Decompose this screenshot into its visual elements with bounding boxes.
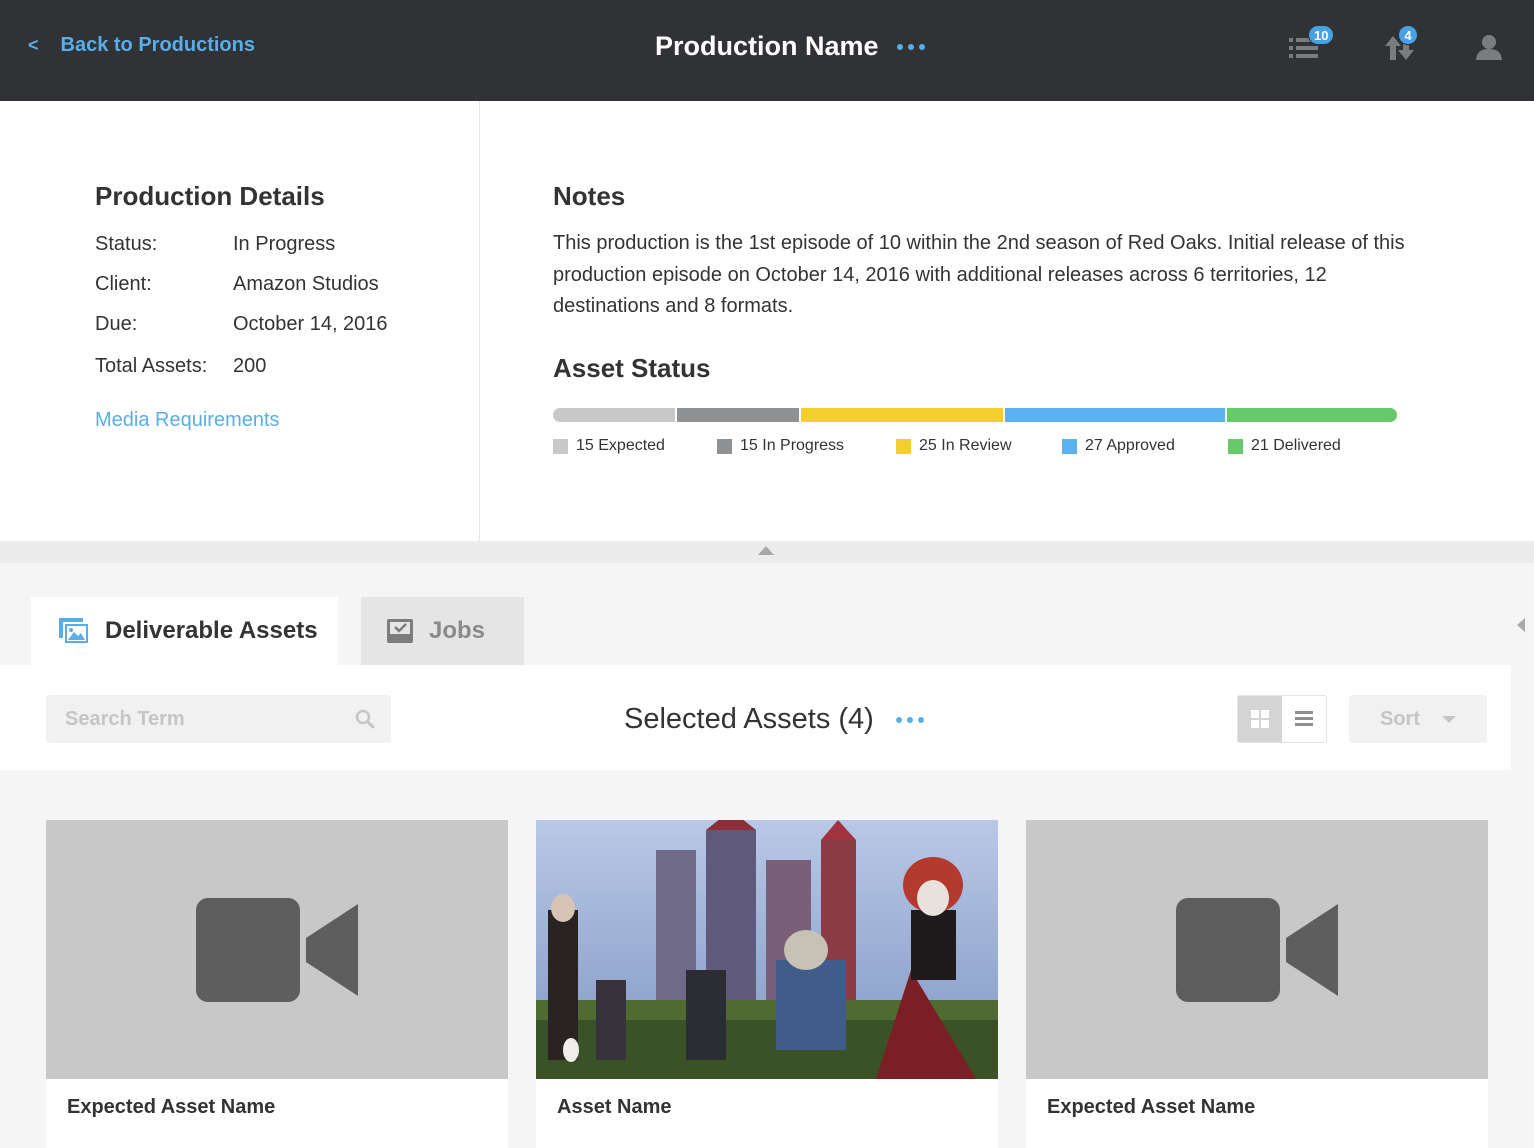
legend-label: 15 Expected (576, 437, 665, 454)
asset-status-bar (553, 408, 1397, 422)
asset-card[interactable]: Expected Asset Name (46, 820, 508, 1148)
asset-card[interactable]: Expected Asset Name (1026, 820, 1488, 1148)
asset-image-icon (536, 820, 998, 1079)
tab-jobs[interactable]: Jobs (361, 597, 524, 665)
detail-row-status: Status: In Progress (95, 233, 335, 256)
transfer-count-badge: 4 (1398, 25, 1418, 45)
asset-image-thumbnail (536, 820, 998, 1079)
chevron-left-icon: < (28, 35, 39, 55)
video-placeholder-thumbnail (1026, 820, 1488, 1079)
media-requirements-link[interactable]: Media Requirements (95, 409, 280, 432)
legend-label: 15 In Progress (740, 437, 845, 454)
detail-label: Due: (95, 313, 138, 335)
search-icon[interactable] (355, 709, 375, 734)
asset-name: Expected Asset Name (67, 1096, 276, 1118)
tab-label: Deliverable Assets (105, 617, 318, 644)
production-title-text: Production Name (655, 31, 879, 61)
status-bar-segment (1226, 408, 1397, 422)
user-menu-button[interactable] (1476, 34, 1502, 67)
production-title: Production Name (655, 31, 925, 62)
legend-delivered: 21 Delivered (1228, 437, 1341, 455)
detail-label: Status: (95, 233, 158, 255)
tab-deliverable-assets[interactable]: Deliverable Assets (31, 597, 338, 665)
collapse-up-icon[interactable] (758, 546, 774, 555)
user-avatar-icon (1476, 35, 1502, 60)
queue-list-button[interactable]: 10 (1289, 25, 1335, 67)
panel-divider (479, 101, 480, 541)
detail-value: October 14, 2016 (233, 313, 388, 335)
sort-label: Sort (1380, 707, 1420, 730)
notes-heading: Notes (553, 181, 626, 211)
detail-label: Client: (95, 273, 152, 295)
video-camera-icon (196, 897, 358, 1002)
queue-count-badge: 10 (1308, 25, 1335, 45)
grid-view-icon (1251, 710, 1269, 728)
top-bar: < Back to Productions Production Name 10… (0, 0, 1534, 101)
status-bar-segment (676, 408, 801, 422)
production-more-options-icon[interactable] (896, 43, 925, 50)
status-bar-segment (800, 408, 1006, 422)
images-icon (59, 618, 89, 644)
asset-status-heading: Asset Status (553, 353, 711, 383)
legend-label: 25 In Review (919, 437, 1012, 454)
legend-approved: 27 Approved (1062, 437, 1175, 455)
transfers-button[interactable]: 4 (1384, 25, 1418, 67)
status-bar-segment (553, 408, 677, 422)
notes-text: This production is the 1st episode of 10… (553, 232, 1405, 317)
production-details-heading: Production Details (95, 181, 325, 211)
view-mode-toggle (1237, 695, 1327, 743)
inbox-tray-icon (387, 619, 413, 643)
asset-name: Expected Asset Name (1047, 1096, 1256, 1118)
legend-swatch (1062, 438, 1077, 454)
legend-swatch (717, 438, 732, 454)
grid-view-button[interactable] (1238, 696, 1282, 742)
back-to-productions-link[interactable]: < Back to Productions (28, 34, 255, 57)
list-view-icon (1295, 711, 1313, 726)
sort-dropdown[interactable]: Sort (1349, 695, 1487, 743)
status-bar-segment (1005, 408, 1227, 422)
legend-expected: 15 Expected (553, 437, 665, 455)
selection-more-options-icon[interactable] (895, 716, 924, 723)
legend-swatch (1228, 438, 1243, 454)
legend-label: 21 Delivered (1251, 437, 1341, 454)
legend-in-progress: 15 In Progress (717, 437, 844, 455)
legend-in-review: 25 In Review (896, 437, 1012, 455)
detail-row-total-assets: Total Assets: 200 (95, 355, 266, 378)
legend-label: 27 Approved (1085, 437, 1175, 454)
detail-row-client: Client: Amazon Studios (95, 273, 379, 296)
detail-value: In Progress (233, 233, 336, 255)
asset-name: Asset Name (557, 1096, 672, 1118)
detail-row-due: Due: October 14, 2016 (95, 313, 388, 336)
legend-swatch (896, 438, 911, 454)
asset-card[interactable]: Asset Name (536, 820, 998, 1148)
search-input[interactable] (46, 695, 346, 743)
chevron-down-icon (1442, 715, 1456, 723)
video-placeholder-thumbnail (46, 820, 508, 1079)
detail-label: Total Assets: (95, 355, 208, 377)
detail-value: 200 (233, 355, 267, 377)
list-view-button[interactable] (1282, 696, 1326, 742)
selected-assets-title: Selected Assets (4) (624, 703, 924, 736)
video-camera-icon (1176, 897, 1338, 1002)
legend-swatch (553, 438, 568, 454)
search-box (46, 695, 391, 743)
detail-value: Amazon Studios (233, 273, 379, 295)
selected-assets-label: Selected Assets (4) (624, 703, 874, 735)
side-panel-expand-icon[interactable] (1517, 618, 1525, 632)
tab-label: Jobs (429, 617, 486, 644)
back-link-label: Back to Productions (60, 34, 255, 56)
